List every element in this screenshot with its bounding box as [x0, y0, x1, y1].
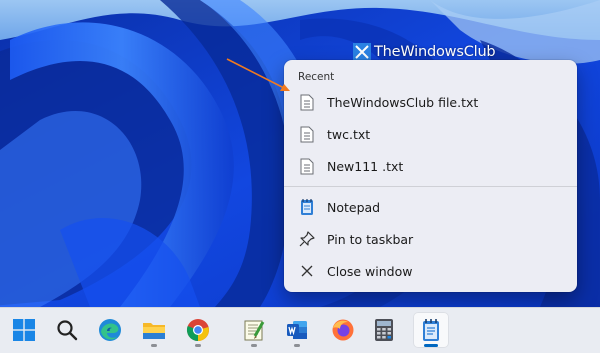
- word-app[interactable]: [279, 312, 315, 348]
- recent-item-label: twc.txt: [327, 126, 371, 142]
- pin-icon: [298, 230, 316, 248]
- edge-app[interactable]: [92, 312, 128, 348]
- notepad-icon: [423, 319, 439, 341]
- running-indicator: [294, 344, 300, 347]
- pin-to-taskbar-item[interactable]: Pin to taskbar: [284, 223, 577, 255]
- recent-item-label: TheWindowsClub file.txt: [327, 94, 479, 110]
- close-window-item[interactable]: Close window: [284, 255, 577, 287]
- notepad-plus-icon: [244, 320, 265, 341]
- firefox-icon: [332, 319, 354, 341]
- watermark-text: TheWindowsClub: [374, 44, 496, 60]
- firefox-app[interactable]: [325, 312, 361, 348]
- chrome-icon: [186, 319, 209, 342]
- text-file-icon: [298, 125, 316, 143]
- edge-icon: [99, 319, 121, 341]
- running-indicator: [195, 344, 201, 347]
- recent-header: Recent: [298, 71, 335, 83]
- file-explorer-app[interactable]: [136, 312, 172, 348]
- word-icon: [287, 321, 307, 339]
- pin-to-taskbar-label: Pin to taskbar: [327, 231, 414, 247]
- calculator-icon: [375, 319, 393, 341]
- notepad-app[interactable]: [413, 312, 449, 348]
- recent-item-3[interactable]: New111 .txt: [284, 150, 577, 182]
- windows-logo-icon: [13, 319, 35, 341]
- close-window-label: Close window: [327, 263, 413, 279]
- folder-icon: [143, 323, 165, 339]
- recent-item-2[interactable]: twc.txt: [284, 118, 577, 150]
- active-indicator: [424, 344, 438, 347]
- notepad-plus-app[interactable]: [236, 312, 272, 348]
- search-icon: [57, 320, 78, 341]
- chrome-app[interactable]: [180, 312, 216, 348]
- text-file-icon: [298, 157, 316, 175]
- running-indicator: [151, 344, 157, 347]
- start-button[interactable]: [6, 312, 42, 348]
- notepad-icon: [298, 198, 316, 216]
- notepad-label: Notepad: [327, 199, 381, 215]
- recent-item-1[interactable]: TheWindowsClub file.txt: [284, 86, 577, 118]
- taskbar: [0, 307, 600, 353]
- recent-item-label: New111 .txt: [327, 158, 404, 174]
- divider: [284, 186, 577, 187]
- close-icon: [298, 262, 316, 280]
- running-indicator: [251, 344, 257, 347]
- calculator-app[interactable]: [366, 312, 402, 348]
- text-file-icon: [298, 93, 316, 111]
- notepad-jump-list: Recent TheWindowsClub file.txt twc.txt N…: [284, 60, 577, 292]
- search-button[interactable]: [49, 312, 85, 348]
- open-notepad-item[interactable]: Notepad: [284, 191, 577, 223]
